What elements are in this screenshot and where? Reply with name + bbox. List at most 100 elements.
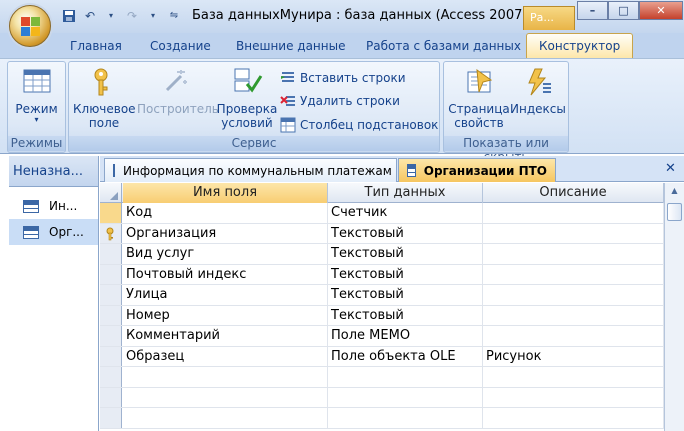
delete-rows-button[interactable]: Удалить строки bbox=[280, 93, 400, 109]
description-cell[interactable] bbox=[483, 387, 664, 407]
qat-more-icon[interactable]: ⇋ bbox=[165, 7, 183, 24]
row-selector[interactable] bbox=[100, 264, 122, 284]
data-type-cell[interactable]: Поле объекта OLE bbox=[328, 346, 483, 366]
tab-create[interactable]: Создание bbox=[150, 39, 211, 53]
select-all-corner[interactable] bbox=[100, 183, 122, 203]
context-tab-header: Ра... bbox=[523, 6, 575, 30]
data-type-cell[interactable] bbox=[328, 387, 483, 407]
primary-key-button[interactable]: Ключевое поле bbox=[73, 66, 136, 130]
data-type-cell[interactable]: Счетчик bbox=[328, 203, 483, 223]
tab-home[interactable]: Главная bbox=[70, 39, 122, 53]
data-type-cell[interactable]: Поле МЕМО bbox=[328, 326, 483, 346]
description-cell[interactable] bbox=[483, 223, 664, 243]
header-description[interactable]: Описание bbox=[483, 183, 664, 203]
field-name-cell[interactable]: Номер bbox=[123, 305, 328, 325]
close-button[interactable]: ✕ bbox=[639, 1, 683, 20]
description-cell[interactable] bbox=[483, 203, 664, 223]
vertical-scrollbar[interactable]: ▲ bbox=[664, 183, 684, 431]
tab-organizations-pto[interactable]: Организации ПТО bbox=[398, 158, 556, 182]
row-selector[interactable] bbox=[100, 285, 122, 305]
quick-access-toolbar: ↶ ▾ ↷ ▾ ⇋ bbox=[60, 7, 183, 24]
description-cell[interactable] bbox=[483, 244, 664, 264]
scroll-up-icon[interactable]: ▲ bbox=[667, 186, 682, 200]
description-cell[interactable] bbox=[483, 367, 664, 387]
office-button[interactable] bbox=[9, 5, 51, 47]
builder-wand-icon bbox=[165, 70, 187, 92]
data-type-cell[interactable] bbox=[328, 367, 483, 387]
field-name-cell[interactable] bbox=[123, 387, 328, 407]
description-cell[interactable] bbox=[483, 408, 664, 428]
data-type-cell[interactable]: Текстовый bbox=[328, 305, 483, 325]
table-row[interactable]: Код Счетчик bbox=[100, 203, 664, 224]
field-name-cell[interactable]: Комментарий bbox=[123, 326, 328, 346]
description-cell[interactable] bbox=[483, 305, 664, 325]
row-selector[interactable] bbox=[100, 244, 122, 264]
nav-item-utility-payments[interactable]: Ин... bbox=[9, 193, 98, 219]
field-name-cell[interactable]: Почтовый индекс bbox=[123, 264, 328, 284]
table-row[interactable] bbox=[100, 387, 664, 408]
minimize-button[interactable]: – bbox=[577, 1, 608, 20]
group-label-service: Сервис bbox=[69, 136, 439, 151]
doc-tab-label: Организации ПТО bbox=[423, 163, 547, 178]
field-name-cell[interactable] bbox=[123, 408, 328, 428]
description-cell[interactable]: Рисунок bbox=[483, 346, 664, 366]
indexes-button[interactable]: Индексы bbox=[510, 66, 566, 116]
table-row[interactable]: Почтовый индекс Текстовый bbox=[100, 264, 664, 285]
header-field-name[interactable]: Имя поля bbox=[123, 183, 328, 203]
row-selector[interactable] bbox=[100, 346, 122, 366]
redo-icon[interactable]: ↷ bbox=[123, 7, 141, 24]
close-tab-icon[interactable]: ✕ bbox=[665, 161, 676, 176]
table-row[interactable]: Улица Текстовый bbox=[100, 285, 664, 306]
qat-customize-icon[interactable]: ▾ bbox=[144, 7, 162, 24]
field-name-cell[interactable] bbox=[123, 367, 328, 387]
tab-design[interactable]: Конструктор bbox=[526, 33, 634, 59]
description-cell[interactable] bbox=[483, 285, 664, 305]
builder-button[interactable]: Построитель bbox=[137, 66, 219, 116]
row-selector[interactable] bbox=[100, 326, 122, 346]
insert-rows-button[interactable]: Вставить строки bbox=[280, 70, 406, 86]
data-type-cell[interactable]: Текстовый bbox=[328, 244, 483, 264]
row-selector[interactable] bbox=[100, 223, 122, 243]
save-icon[interactable] bbox=[60, 7, 78, 24]
table-row[interactable]: Организация Текстовый bbox=[100, 223, 664, 244]
row-selector[interactable] bbox=[100, 408, 122, 428]
tab-external-data[interactable]: Внешние данные bbox=[236, 39, 345, 53]
row-selector[interactable] bbox=[100, 203, 122, 223]
header-data-type[interactable]: Тип данных bbox=[328, 183, 483, 203]
insert-rows-label: Вставить строки bbox=[300, 71, 406, 85]
test-validation-button[interactable]: Проверка условий bbox=[216, 66, 278, 130]
property-sheet-button[interactable]: Страница свойств bbox=[448, 66, 510, 130]
tab-utility-payments[interactable]: Информация по коммунальным платежам bbox=[104, 158, 397, 182]
data-type-cell[interactable]: Текстовый bbox=[328, 285, 483, 305]
table-row[interactable]: Образец Поле объекта OLE Рисунок bbox=[100, 346, 664, 367]
table-row[interactable]: Комментарий Поле МЕМО bbox=[100, 326, 664, 347]
view-mode-button[interactable]: Режим ▾ bbox=[11, 66, 62, 124]
nav-item-organizations[interactable]: Орг... bbox=[9, 219, 98, 245]
field-name-cell[interactable]: Код bbox=[123, 203, 328, 223]
field-name-cell[interactable]: Вид услуг bbox=[123, 244, 328, 264]
maximize-button[interactable]: □ bbox=[608, 1, 639, 20]
table-row[interactable]: Номер Текстовый bbox=[100, 305, 664, 326]
tab-database-tools[interactable]: Работа с базами данных bbox=[366, 39, 521, 53]
field-name-cell[interactable]: Организация bbox=[123, 223, 328, 243]
lookup-column-button[interactable]: Столбец подстановок bbox=[280, 117, 438, 133]
row-selector[interactable] bbox=[100, 367, 122, 387]
data-type-cell[interactable]: Текстовый bbox=[328, 264, 483, 284]
field-name-cell[interactable]: Улица bbox=[123, 285, 328, 305]
table-row[interactable]: Вид услуг Текстовый bbox=[100, 244, 664, 265]
table-row[interactable] bbox=[100, 367, 664, 388]
qat-dropdown-icon[interactable]: ▾ bbox=[102, 7, 120, 24]
property-sheet-icon bbox=[467, 68, 493, 93]
table-icon bbox=[407, 164, 416, 177]
row-selector[interactable] bbox=[100, 305, 122, 325]
table-row[interactable] bbox=[100, 408, 664, 429]
field-name-cell[interactable]: Образец bbox=[123, 346, 328, 366]
nav-pane-header[interactable]: Неназна... bbox=[9, 156, 98, 187]
data-type-cell[interactable]: Текстовый bbox=[328, 223, 483, 243]
description-cell[interactable] bbox=[483, 264, 664, 284]
scroll-thumb[interactable] bbox=[667, 203, 682, 221]
undo-icon[interactable]: ↶ bbox=[81, 7, 99, 24]
row-selector[interactable] bbox=[100, 387, 122, 407]
description-cell[interactable] bbox=[483, 326, 664, 346]
data-type-cell[interactable] bbox=[328, 408, 483, 428]
